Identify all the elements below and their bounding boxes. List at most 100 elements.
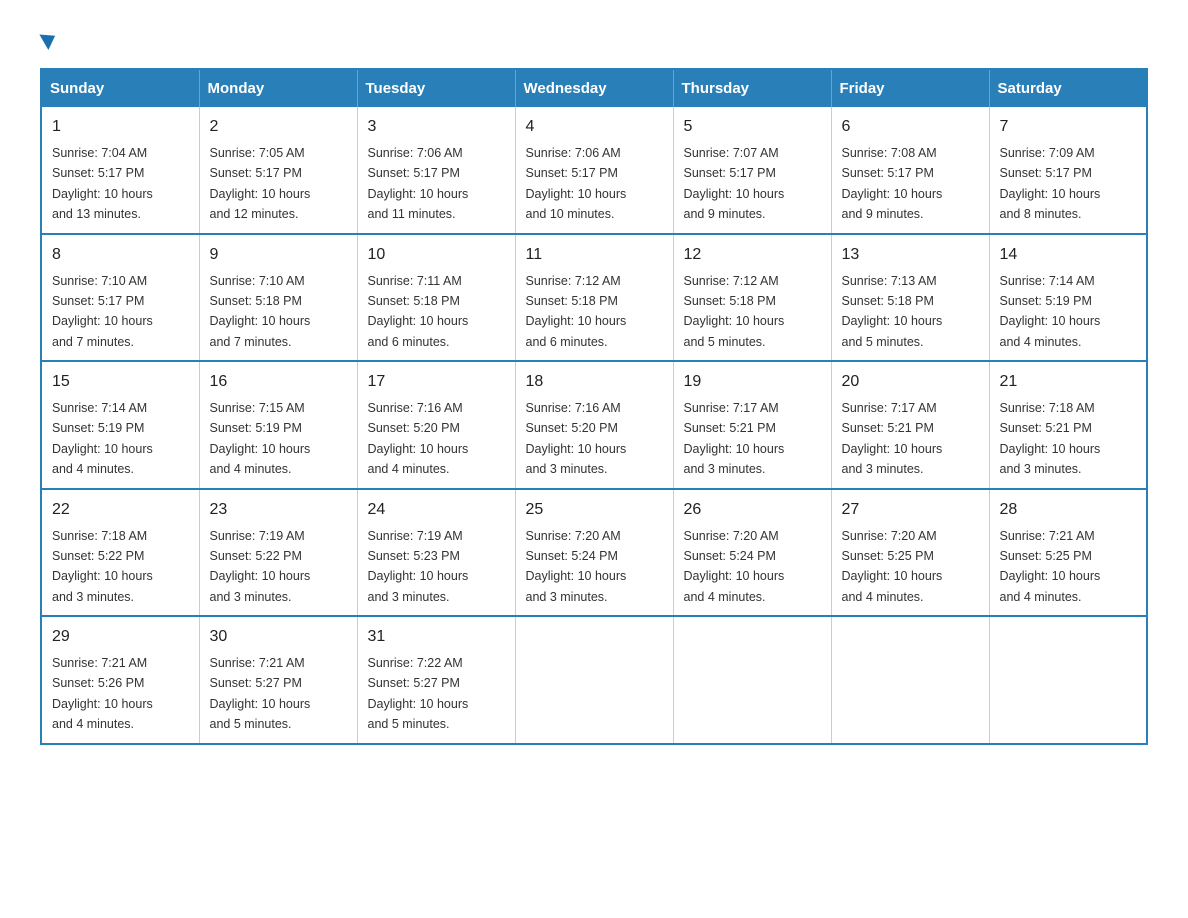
day-info: Sunrise: 7:06 AMSunset: 5:17 PMDaylight:… bbox=[368, 146, 469, 221]
day-info: Sunrise: 7:19 AMSunset: 5:23 PMDaylight:… bbox=[368, 529, 469, 604]
calendar-day-cell: 21Sunrise: 7:18 AMSunset: 5:21 PMDayligh… bbox=[989, 361, 1147, 489]
day-info: Sunrise: 7:10 AMSunset: 5:18 PMDaylight:… bbox=[210, 274, 311, 349]
calendar-day-cell: 25Sunrise: 7:20 AMSunset: 5:24 PMDayligh… bbox=[515, 489, 673, 617]
calendar-day-cell: 24 Sunrise: 7:19 AMSunset: 5:23 PMDayligh… bbox=[357, 489, 515, 617]
day-info: Sunrise: 7:15 AMSunset: 5:19 PMDaylight:… bbox=[210, 401, 311, 476]
day-number: 6 bbox=[842, 115, 979, 139]
day-info: Sunrise: 7:06 AMSunset: 5:17 PMDaylight:… bbox=[526, 146, 627, 221]
calendar-day-cell: 2 Sunrise: 7:05 AMSunset: 5:17 PMDaylight… bbox=[199, 107, 357, 234]
day-number: 22 bbox=[52, 498, 189, 522]
day-number: 21 bbox=[1000, 370, 1137, 394]
calendar-day-cell: 19 Sunrise: 7:17 AMSunset: 5:21 PMDayligh… bbox=[673, 361, 831, 489]
calendar-week-row: 8 Sunrise: 7:10 AMSunset: 5:17 PMDaylight… bbox=[41, 234, 1147, 362]
day-info: Sunrise: 7:04 AMSunset: 5:17 PMDaylight:… bbox=[52, 146, 153, 221]
calendar-week-row: 22 Sunrise: 7:18 AMSunset: 5:22 PMDayligh… bbox=[41, 489, 1147, 617]
day-number: 29 bbox=[52, 625, 189, 649]
day-info: Sunrise: 7:12 AMSunset: 5:18 PMDaylight:… bbox=[526, 274, 627, 349]
calendar-day-cell: 31Sunrise: 7:22 AMSunset: 5:27 PMDayligh… bbox=[357, 616, 515, 744]
calendar-table: SundayMondayTuesdayWednesdayThursdayFrid… bbox=[40, 68, 1148, 745]
calendar-day-cell bbox=[831, 616, 989, 744]
calendar-day-cell: 30 Sunrise: 7:21 AMSunset: 5:27 PMDayligh… bbox=[199, 616, 357, 744]
day-number: 19 bbox=[684, 370, 821, 394]
calendar-week-row: 15 Sunrise: 7:14 AMSunset: 5:19 PMDayligh… bbox=[41, 361, 1147, 489]
day-number: 16 bbox=[210, 370, 347, 394]
day-number: 18 bbox=[526, 370, 663, 394]
calendar-day-cell: 29 Sunrise: 7:21 AMSunset: 5:26 PMDayligh… bbox=[41, 616, 199, 744]
calendar-day-cell: 11Sunrise: 7:12 AMSunset: 5:18 PMDayligh… bbox=[515, 234, 673, 362]
calendar-day-cell bbox=[515, 616, 673, 744]
calendar-day-cell: 16 Sunrise: 7:15 AMSunset: 5:19 PMDayligh… bbox=[199, 361, 357, 489]
calendar-day-cell: 9 Sunrise: 7:10 AMSunset: 5:18 PMDaylight… bbox=[199, 234, 357, 362]
day-number: 12 bbox=[684, 243, 821, 267]
day-number: 2 bbox=[210, 115, 347, 139]
day-number: 20 bbox=[842, 370, 979, 394]
day-info: Sunrise: 7:21 AMSunset: 5:27 PMDaylight:… bbox=[210, 656, 311, 731]
day-number: 14 bbox=[1000, 243, 1137, 267]
day-info: Sunrise: 7:17 AMSunset: 5:21 PMDaylight:… bbox=[842, 401, 943, 476]
day-info: Sunrise: 7:21 AMSunset: 5:26 PMDaylight:… bbox=[52, 656, 153, 731]
day-number: 13 bbox=[842, 243, 979, 267]
logo-arrow-icon bbox=[39, 28, 59, 50]
day-number: 24 bbox=[368, 498, 505, 522]
day-of-week-header: Monday bbox=[199, 69, 357, 107]
calendar-day-cell: 8 Sunrise: 7:10 AMSunset: 5:17 PMDaylight… bbox=[41, 234, 199, 362]
day-number: 23 bbox=[210, 498, 347, 522]
calendar-day-cell bbox=[989, 616, 1147, 744]
calendar-day-cell: 6 Sunrise: 7:08 AMSunset: 5:17 PMDaylight… bbox=[831, 107, 989, 234]
day-info: Sunrise: 7:20 AMSunset: 5:25 PMDaylight:… bbox=[842, 529, 943, 604]
calendar-day-cell: 4 Sunrise: 7:06 AMSunset: 5:17 PMDaylight… bbox=[515, 107, 673, 234]
day-info: Sunrise: 7:16 AMSunset: 5:20 PMDaylight:… bbox=[526, 401, 627, 476]
calendar-day-cell: 15 Sunrise: 7:14 AMSunset: 5:19 PMDayligh… bbox=[41, 361, 199, 489]
day-number: 30 bbox=[210, 625, 347, 649]
calendar-day-cell: 7 Sunrise: 7:09 AMSunset: 5:17 PMDaylight… bbox=[989, 107, 1147, 234]
day-info: Sunrise: 7:10 AMSunset: 5:17 PMDaylight:… bbox=[52, 274, 153, 349]
day-number: 26 bbox=[684, 498, 821, 522]
day-info: Sunrise: 7:09 AMSunset: 5:17 PMDaylight:… bbox=[1000, 146, 1101, 221]
calendar-day-cell: 23 Sunrise: 7:19 AMSunset: 5:22 PMDayligh… bbox=[199, 489, 357, 617]
day-number: 8 bbox=[52, 243, 189, 267]
day-info: Sunrise: 7:19 AMSunset: 5:22 PMDaylight:… bbox=[210, 529, 311, 604]
day-info: Sunrise: 7:05 AMSunset: 5:17 PMDaylight:… bbox=[210, 146, 311, 221]
day-info: Sunrise: 7:13 AMSunset: 5:18 PMDaylight:… bbox=[842, 274, 943, 349]
day-info: Sunrise: 7:12 AMSunset: 5:18 PMDaylight:… bbox=[684, 274, 785, 349]
logo bbox=[40, 30, 56, 48]
calendar-day-cell: 3Sunrise: 7:06 AMSunset: 5:17 PMDaylight… bbox=[357, 107, 515, 234]
day-info: Sunrise: 7:08 AMSunset: 5:17 PMDaylight:… bbox=[842, 146, 943, 221]
day-info: Sunrise: 7:21 AMSunset: 5:25 PMDaylight:… bbox=[1000, 529, 1101, 604]
day-info: Sunrise: 7:14 AMSunset: 5:19 PMDaylight:… bbox=[1000, 274, 1101, 349]
day-number: 4 bbox=[526, 115, 663, 139]
day-number: 7 bbox=[1000, 115, 1137, 139]
day-info: Sunrise: 7:18 AMSunset: 5:22 PMDaylight:… bbox=[52, 529, 153, 604]
day-number: 15 bbox=[52, 370, 189, 394]
days-of-week-row: SundayMondayTuesdayWednesdayThursdayFrid… bbox=[41, 69, 1147, 107]
day-of-week-header: Sunday bbox=[41, 69, 199, 107]
calendar-day-cell: 5Sunrise: 7:07 AMSunset: 5:17 PMDaylight… bbox=[673, 107, 831, 234]
day-number: 1 bbox=[52, 115, 189, 139]
calendar-day-cell: 17 Sunrise: 7:16 AMSunset: 5:20 PMDayligh… bbox=[357, 361, 515, 489]
day-number: 17 bbox=[368, 370, 505, 394]
day-of-week-header: Wednesday bbox=[515, 69, 673, 107]
calendar-day-cell: 28Sunrise: 7:21 AMSunset: 5:25 PMDayligh… bbox=[989, 489, 1147, 617]
day-of-week-header: Tuesday bbox=[357, 69, 515, 107]
calendar-week-row: 1 Sunrise: 7:04 AMSunset: 5:17 PMDaylight… bbox=[41, 107, 1147, 234]
day-number: 25 bbox=[526, 498, 663, 522]
calendar-day-cell: 22 Sunrise: 7:18 AMSunset: 5:22 PMDayligh… bbox=[41, 489, 199, 617]
calendar-body: 1 Sunrise: 7:04 AMSunset: 5:17 PMDaylight… bbox=[41, 107, 1147, 744]
day-number: 27 bbox=[842, 498, 979, 522]
calendar-day-cell bbox=[673, 616, 831, 744]
calendar-header: SundayMondayTuesdayWednesdayThursdayFrid… bbox=[41, 69, 1147, 107]
day-number: 31 bbox=[368, 625, 505, 649]
day-number: 10 bbox=[368, 243, 505, 267]
calendar-day-cell: 18 Sunrise: 7:16 AMSunset: 5:20 PMDayligh… bbox=[515, 361, 673, 489]
day-number: 9 bbox=[210, 243, 347, 267]
calendar-day-cell: 20 Sunrise: 7:17 AMSunset: 5:21 PMDayligh… bbox=[831, 361, 989, 489]
day-number: 5 bbox=[684, 115, 821, 139]
calendar-day-cell: 12 Sunrise: 7:12 AMSunset: 5:18 PMDayligh… bbox=[673, 234, 831, 362]
day-info: Sunrise: 7:17 AMSunset: 5:21 PMDaylight:… bbox=[684, 401, 785, 476]
calendar-day-cell: 26Sunrise: 7:20 AMSunset: 5:24 PMDayligh… bbox=[673, 489, 831, 617]
day-of-week-header: Saturday bbox=[989, 69, 1147, 107]
day-of-week-header: Thursday bbox=[673, 69, 831, 107]
calendar-week-row: 29 Sunrise: 7:21 AMSunset: 5:26 PMDayligh… bbox=[41, 616, 1147, 744]
day-info: Sunrise: 7:16 AMSunset: 5:20 PMDaylight:… bbox=[368, 401, 469, 476]
day-info: Sunrise: 7:14 AMSunset: 5:19 PMDaylight:… bbox=[52, 401, 153, 476]
